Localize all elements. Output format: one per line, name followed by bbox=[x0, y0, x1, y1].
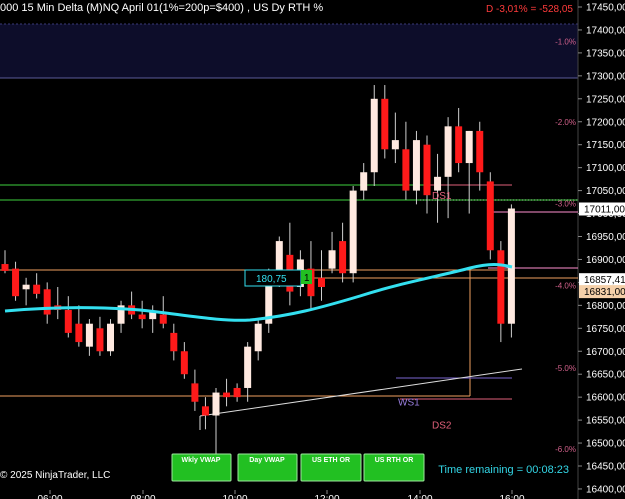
value-area-band bbox=[0, 24, 578, 78]
time-tick-label: 12:00 bbox=[314, 494, 339, 499]
bear-candle bbox=[33, 284, 41, 294]
price-tick-label: 17450,00 bbox=[586, 3, 625, 14]
bear-candle bbox=[96, 328, 104, 352]
copyright-text: © 2025 NinjaTrader, LLC bbox=[0, 470, 110, 481]
bear-candle bbox=[43, 289, 51, 315]
price-tick-label: 16950,00 bbox=[586, 232, 625, 243]
price-tick-label: 16550,00 bbox=[586, 416, 625, 427]
bull-candle bbox=[412, 140, 420, 191]
price-tick-label: 16450,00 bbox=[586, 462, 625, 473]
bear-candle bbox=[1, 264, 9, 271]
bear-candle bbox=[64, 309, 72, 333]
price-tick-label: 16650,00 bbox=[586, 370, 625, 381]
bull-candle bbox=[107, 323, 114, 352]
bear-candle bbox=[223, 392, 231, 398]
bear-candle bbox=[159, 314, 167, 324]
level-label-ws1: WS1 bbox=[398, 398, 420, 409]
bear-candle bbox=[381, 98, 389, 150]
price-tick-label: 17200,00 bbox=[586, 117, 625, 128]
bear-candle bbox=[423, 144, 431, 196]
bear-candle bbox=[476, 130, 484, 173]
price-tick-label: 16700,00 bbox=[586, 347, 625, 358]
bear-candle bbox=[318, 277, 325, 287]
price-tick-label: 17150,00 bbox=[586, 140, 625, 151]
price-flag-label: 16831,00 bbox=[584, 287, 625, 298]
pct-level-label: -5.0% bbox=[555, 364, 576, 373]
price-tick-label: 17250,00 bbox=[586, 94, 625, 105]
pct-level-label: -2.0% bbox=[555, 118, 576, 127]
time-remaining: Time remaining = 00:08:23 bbox=[438, 464, 569, 476]
bear-candle bbox=[402, 149, 410, 191]
bear-candle bbox=[170, 332, 178, 352]
pct-level-label: -3.0% bbox=[555, 199, 576, 208]
bull-candle bbox=[254, 323, 262, 352]
chart-canvas[interactable]: -1.0%-2.0%-3.0%-4.0%-5.0%-6.0% 180,75 1 … bbox=[0, 0, 625, 499]
indicator-button-us-eth-or[interactable]: US ETH OR bbox=[300, 453, 362, 482]
chart-title: 000 15 Min Delta (M)NQ April 01(1%=200p=… bbox=[0, 2, 323, 14]
price-tick-label: 17350,00 bbox=[586, 48, 625, 59]
price-flag-label: 16857,41 bbox=[584, 275, 625, 286]
price-tick-label: 16800,00 bbox=[586, 301, 625, 312]
price-tick-label: 16600,00 bbox=[586, 393, 625, 404]
level-label-ds1: DS1 bbox=[432, 191, 452, 202]
bear-candle bbox=[497, 250, 505, 324]
bear-candle bbox=[233, 387, 241, 398]
bull-candle bbox=[212, 392, 220, 416]
bull-candle bbox=[444, 126, 452, 177]
bear-candle bbox=[201, 406, 209, 416]
price-tick-label: 16400,00 bbox=[586, 484, 625, 495]
button-label: US RTH OR bbox=[375, 457, 414, 464]
daily-change: D -3,01% = -528,05 bbox=[486, 4, 573, 15]
price-tick-label: 17300,00 bbox=[586, 71, 625, 82]
pct-level-label: -6.0% bbox=[555, 445, 576, 454]
indicator-button-us-rth-or[interactable]: US RTH OR bbox=[363, 453, 425, 482]
bull-candle bbox=[85, 323, 93, 347]
pct-level-label: -4.0% bbox=[555, 282, 576, 291]
bear-candle bbox=[12, 268, 20, 297]
time-tick-label: 10:00 bbox=[222, 494, 247, 499]
price-tick-label: 17400,00 bbox=[586, 25, 625, 36]
bull-candle bbox=[434, 176, 442, 191]
bear-candle bbox=[75, 323, 83, 343]
bear-candle bbox=[339, 241, 347, 274]
button-label: Wkly VWAP bbox=[182, 457, 221, 464]
time-tick-label: 06:00 bbox=[37, 494, 62, 499]
bull-candle bbox=[391, 140, 399, 150]
price-tick-label: 17100,00 bbox=[586, 163, 625, 174]
bear-candle bbox=[138, 314, 146, 320]
price-tick-label: 16500,00 bbox=[586, 439, 625, 450]
bull-candle bbox=[349, 190, 357, 274]
indicator-button-day-vwap[interactable]: Day VWAP bbox=[237, 453, 298, 482]
bull-candle bbox=[360, 172, 368, 191]
bear-candle bbox=[486, 181, 494, 251]
button-label: Day VWAP bbox=[249, 457, 285, 464]
indicator-button-wkly-vwap[interactable]: Wkly VWAP bbox=[171, 453, 232, 482]
bull-candle bbox=[149, 312, 157, 320]
price-tick-label: 16750,00 bbox=[586, 324, 625, 335]
time-tick-label: 08:00 bbox=[130, 494, 155, 499]
bull-candle bbox=[465, 130, 473, 164]
bull-candle bbox=[328, 250, 336, 269]
bull-candle bbox=[370, 98, 378, 173]
time-tick-label: 14:00 bbox=[407, 494, 432, 499]
price-flag-label: 17011,00 bbox=[584, 205, 625, 216]
range-box-value: 180,75 bbox=[256, 274, 287, 285]
level-label-ds2: DS2 bbox=[432, 421, 452, 432]
price-tick-label: 16900,00 bbox=[586, 255, 625, 266]
button-label: US ETH OR bbox=[312, 457, 350, 464]
range-box[interactable]: 180,75 1 bbox=[244, 269, 312, 287]
range-box-count: 1 bbox=[304, 273, 310, 284]
bear-candle bbox=[180, 351, 188, 375]
bull-candle bbox=[22, 284, 30, 290]
bear-candle bbox=[191, 383, 199, 402]
bear-candle bbox=[455, 126, 463, 164]
pct-level-label: -1.0% bbox=[555, 37, 576, 46]
price-tick-label: 17050,00 bbox=[586, 186, 625, 197]
time-tick-label: 16:00 bbox=[499, 494, 524, 499]
bull-candle bbox=[244, 346, 252, 388]
